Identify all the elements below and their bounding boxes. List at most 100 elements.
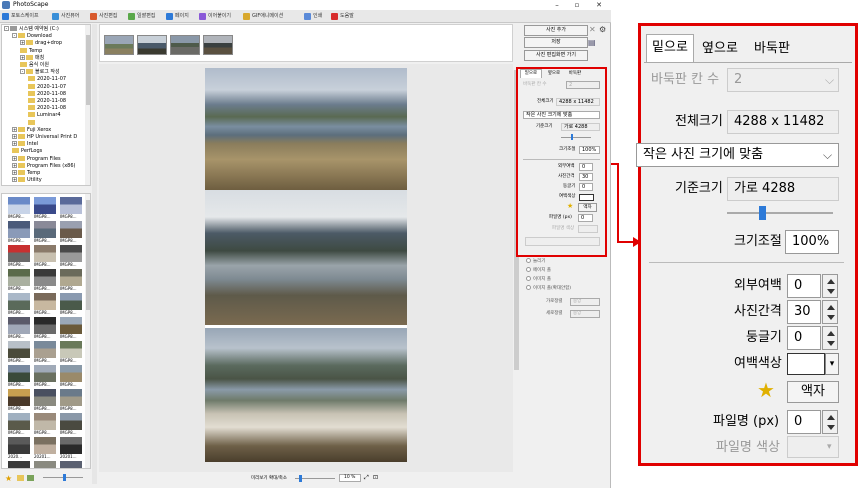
- tab-2[interactable]: 사진편집: [90, 11, 117, 22]
- strip-thumbnail[interactable]: [170, 35, 200, 55]
- spinner-icon[interactable]: [822, 410, 838, 434]
- panel-splitter[interactable]: [92, 24, 97, 484]
- thumbnail-item[interactable]: IMGP8...: [60, 221, 82, 245]
- save-button[interactable]: 저장: [524, 37, 588, 48]
- tree-item[interactable]: - Download: [12, 33, 52, 40]
- option-image-fit[interactable]: 이미지 폴: [526, 276, 551, 283]
- thumbnail-item[interactable]: IMGP8...: [60, 365, 82, 389]
- tree-item[interactable]: 2020-11-08: [28, 105, 66, 112]
- tree-item[interactable]: + Utility: [12, 177, 42, 184]
- tab-3[interactable]: 일괄편집: [128, 11, 155, 22]
- thumbnail-item[interactable]: IMGP8...: [60, 389, 82, 413]
- maximize-icon[interactable]: ▫: [569, 0, 585, 10]
- option-image-fit-no-enlarge[interactable]: 이미지 폴(확대안함): [526, 285, 571, 292]
- tree-item[interactable]: + 매칭: [20, 54, 44, 62]
- tree-item[interactable]: 2020-11-07: [28, 76, 66, 83]
- thumbnail-item[interactable]: IMGP8...: [8, 269, 30, 293]
- folder-icon[interactable]: [17, 475, 24, 481]
- tab-0[interactable]: 포토스케이프: [2, 11, 39, 22]
- thumbnail-item[interactable]: IMGP8...: [34, 269, 56, 293]
- thumbnail-item[interactable]: IMGP8...: [60, 341, 82, 365]
- thumbnail-item[interactable]: IMGP8...: [60, 245, 82, 269]
- chevron-down-icon[interactable]: ⌵: [823, 145, 832, 165]
- tree-item[interactable]: 2020-11-08: [28, 98, 66, 105]
- zoom-tab-vertical[interactable]: 밑으로: [646, 34, 694, 62]
- tree-item[interactable]: + drag+drop: [20, 40, 62, 47]
- zoom-rounding-input[interactable]: 0: [787, 326, 821, 350]
- thumbnail-item[interactable]: 2020...: [8, 437, 30, 461]
- add-photo-button[interactable]: 사진 추가: [524, 25, 588, 36]
- tab-5[interactable]: 이어붙이기: [199, 11, 231, 22]
- thumb-size-handle[interactable]: [63, 474, 66, 481]
- thumbnail-item[interactable]: IMGP8...: [34, 293, 56, 317]
- zoom-frame-button[interactable]: 액자: [787, 381, 839, 403]
- tab-7[interactable]: 인쇄: [304, 11, 322, 22]
- tree-item[interactable]: Luminar4: [28, 112, 61, 119]
- thumbnail-item[interactable]: IMGP8...: [8, 197, 30, 221]
- tree-item[interactable]: 2020-11-07: [28, 83, 66, 91]
- expand-icon[interactable]: +: [20, 40, 25, 46]
- thumbnail-item[interactable]: IMGP8...: [60, 293, 82, 317]
- expand-icon[interactable]: -: [4, 26, 9, 31]
- expand-icon[interactable]: +: [12, 134, 17, 139]
- expand-icon[interactable]: -: [12, 33, 17, 39]
- list-icon[interactable]: ▤: [588, 38, 596, 47]
- thumbnail-item[interactable]: IMGP8...: [60, 413, 82, 437]
- thumbnail-item[interactable]: IMGP8...: [8, 221, 30, 245]
- tree-item[interactable]: - 시스템 예약됨 (C:): [4, 26, 59, 33]
- tab-6[interactable]: GIF애니메이션: [243, 11, 283, 22]
- thumbnail-item[interactable]: IMGP8...: [8, 341, 30, 365]
- thumbnail-item[interactable]: IMGP8...: [8, 413, 30, 437]
- strip-thumbnail[interactable]: [137, 35, 167, 55]
- go-to-editor-button[interactable]: 사진 편집화면 가기: [524, 50, 588, 61]
- thumbnail-item[interactable]: IMGP8...: [8, 365, 30, 389]
- zoom-scale-input[interactable]: 100%: [785, 230, 839, 254]
- tree-item[interactable]: + Intel: [12, 141, 38, 148]
- thumbnail-item[interactable]: IMGP8...: [34, 341, 56, 365]
- thumbnail-item[interactable]: IMGP8...: [60, 317, 82, 341]
- tree-item[interactable]: - 블로그 작성: [20, 69, 60, 76]
- option-stretch[interactable]: 늘리기: [526, 258, 545, 265]
- zoom-tab-horizontal[interactable]: 옆으로: [697, 36, 743, 62]
- star-icon[interactable]: ★: [5, 474, 12, 483]
- chevron-down-icon[interactable]: ▾: [825, 353, 839, 375]
- expand-icon[interactable]: +: [12, 170, 17, 175]
- zoom-scale-slider[interactable]: [727, 212, 833, 214]
- option-page-fit[interactable]: 페이지 폴: [526, 267, 551, 274]
- thumbnail-item[interactable]: IMGP8...: [60, 269, 82, 293]
- thumbnail-item[interactable]: 20201...: [34, 461, 56, 468]
- tree-item[interactable]: 2020-11-08: [28, 90, 66, 98]
- thumbnail-item[interactable]: IMGP8...: [8, 293, 30, 317]
- tree-item[interactable]: + Temp: [12, 170, 40, 177]
- thumbnail-item[interactable]: IMGP8...: [34, 365, 56, 389]
- zoom-fit-icon[interactable]: ⤢: [364, 474, 369, 482]
- expand-icon[interactable]: +: [12, 155, 17, 161]
- thumbnail-item[interactable]: IMGP8...: [34, 245, 56, 269]
- zoom-tab-grid[interactable]: 바둑판: [747, 36, 797, 62]
- expand-icon[interactable]: +: [20, 54, 25, 60]
- thumbnail-item[interactable]: 20201...: [60, 437, 82, 461]
- tree-item[interactable]: 음식 이원: [20, 62, 49, 69]
- tree-item[interactable]: Temp: [20, 47, 42, 55]
- tree-item[interactable]: [28, 119, 37, 127]
- expand-icon[interactable]: +: [12, 162, 17, 168]
- star-icon[interactable]: ★: [757, 379, 775, 401]
- thumbnail-item[interactable]: 20201...: [34, 437, 56, 461]
- expand-icon[interactable]: -: [20, 69, 25, 75]
- zoom-reset-icon[interactable]: ⊡: [373, 474, 378, 481]
- thumbnail-item[interactable]: IMGP8...: [34, 197, 56, 221]
- thumbnail-item[interactable]: IMGP8...: [8, 317, 30, 341]
- zoom-fit-option-select[interactable]: 작은 사진 크기에 맞춤: [636, 143, 839, 167]
- tree-item[interactable]: + HP Universal Print D: [12, 134, 77, 141]
- zoom-value[interactable]: 10 %: [339, 474, 361, 482]
- zoom-filename-size-input[interactable]: 0: [787, 410, 821, 434]
- thumbnail-item[interactable]: IMGP8...: [34, 221, 56, 245]
- strip-thumbnail[interactable]: [203, 35, 233, 55]
- spinner-icon[interactable]: [822, 274, 838, 298]
- tree-scroll-thumb[interactable]: [86, 35, 90, 105]
- thumbnail-item[interactable]: 20201...: [8, 461, 30, 468]
- zoom-margin-color-swatch[interactable]: [787, 353, 825, 375]
- close-panel-icon[interactable]: ✕: [589, 25, 596, 34]
- image-icon[interactable]: [27, 475, 34, 481]
- zoom-scale-slider-handle[interactable]: [759, 206, 766, 220]
